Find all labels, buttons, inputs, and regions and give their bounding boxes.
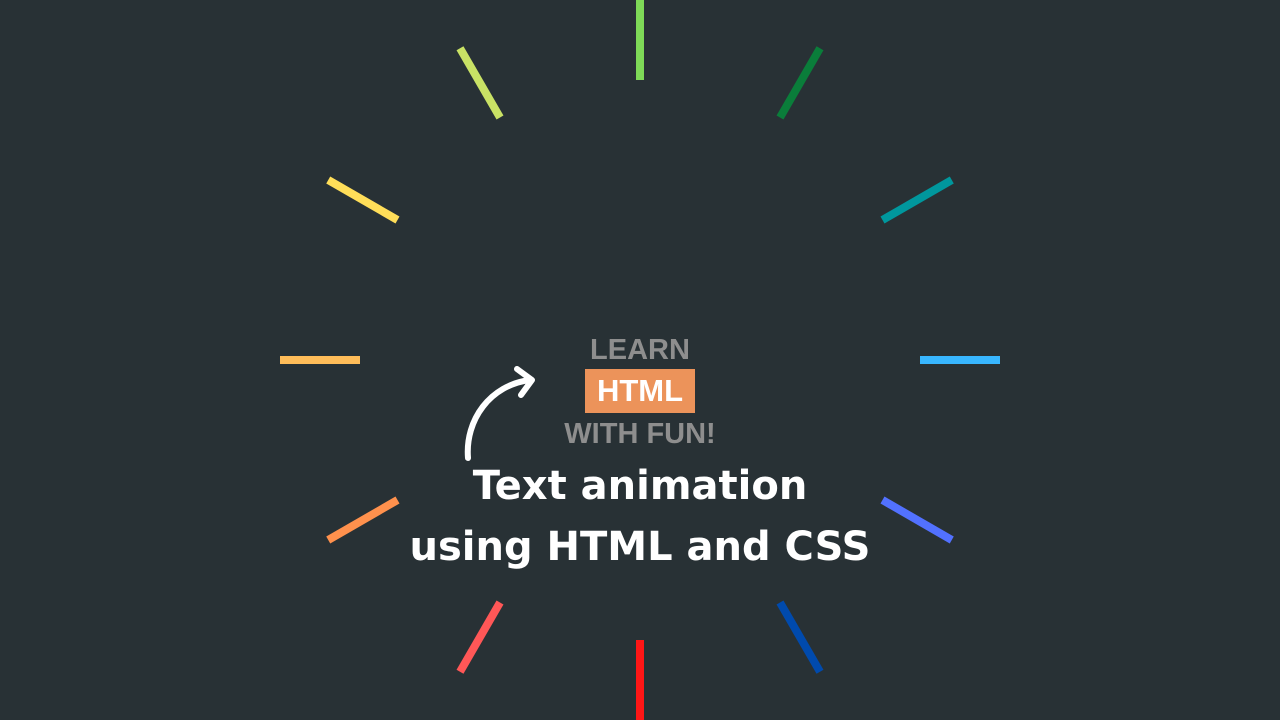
ray [456, 46, 504, 120]
ray [880, 176, 954, 224]
with-fun-text: WITH FUN! [564, 418, 716, 450]
ray [776, 46, 824, 120]
learn-text: LEARN [590, 334, 690, 366]
ray [776, 600, 824, 674]
ray [456, 600, 504, 674]
headline-line-1: Text animation [472, 463, 808, 509]
curved-arrow-icon [464, 366, 535, 461]
ray [326, 176, 400, 224]
headline-line-2: using HTML and CSS [409, 524, 871, 570]
html-highlight: HTML [585, 369, 695, 413]
